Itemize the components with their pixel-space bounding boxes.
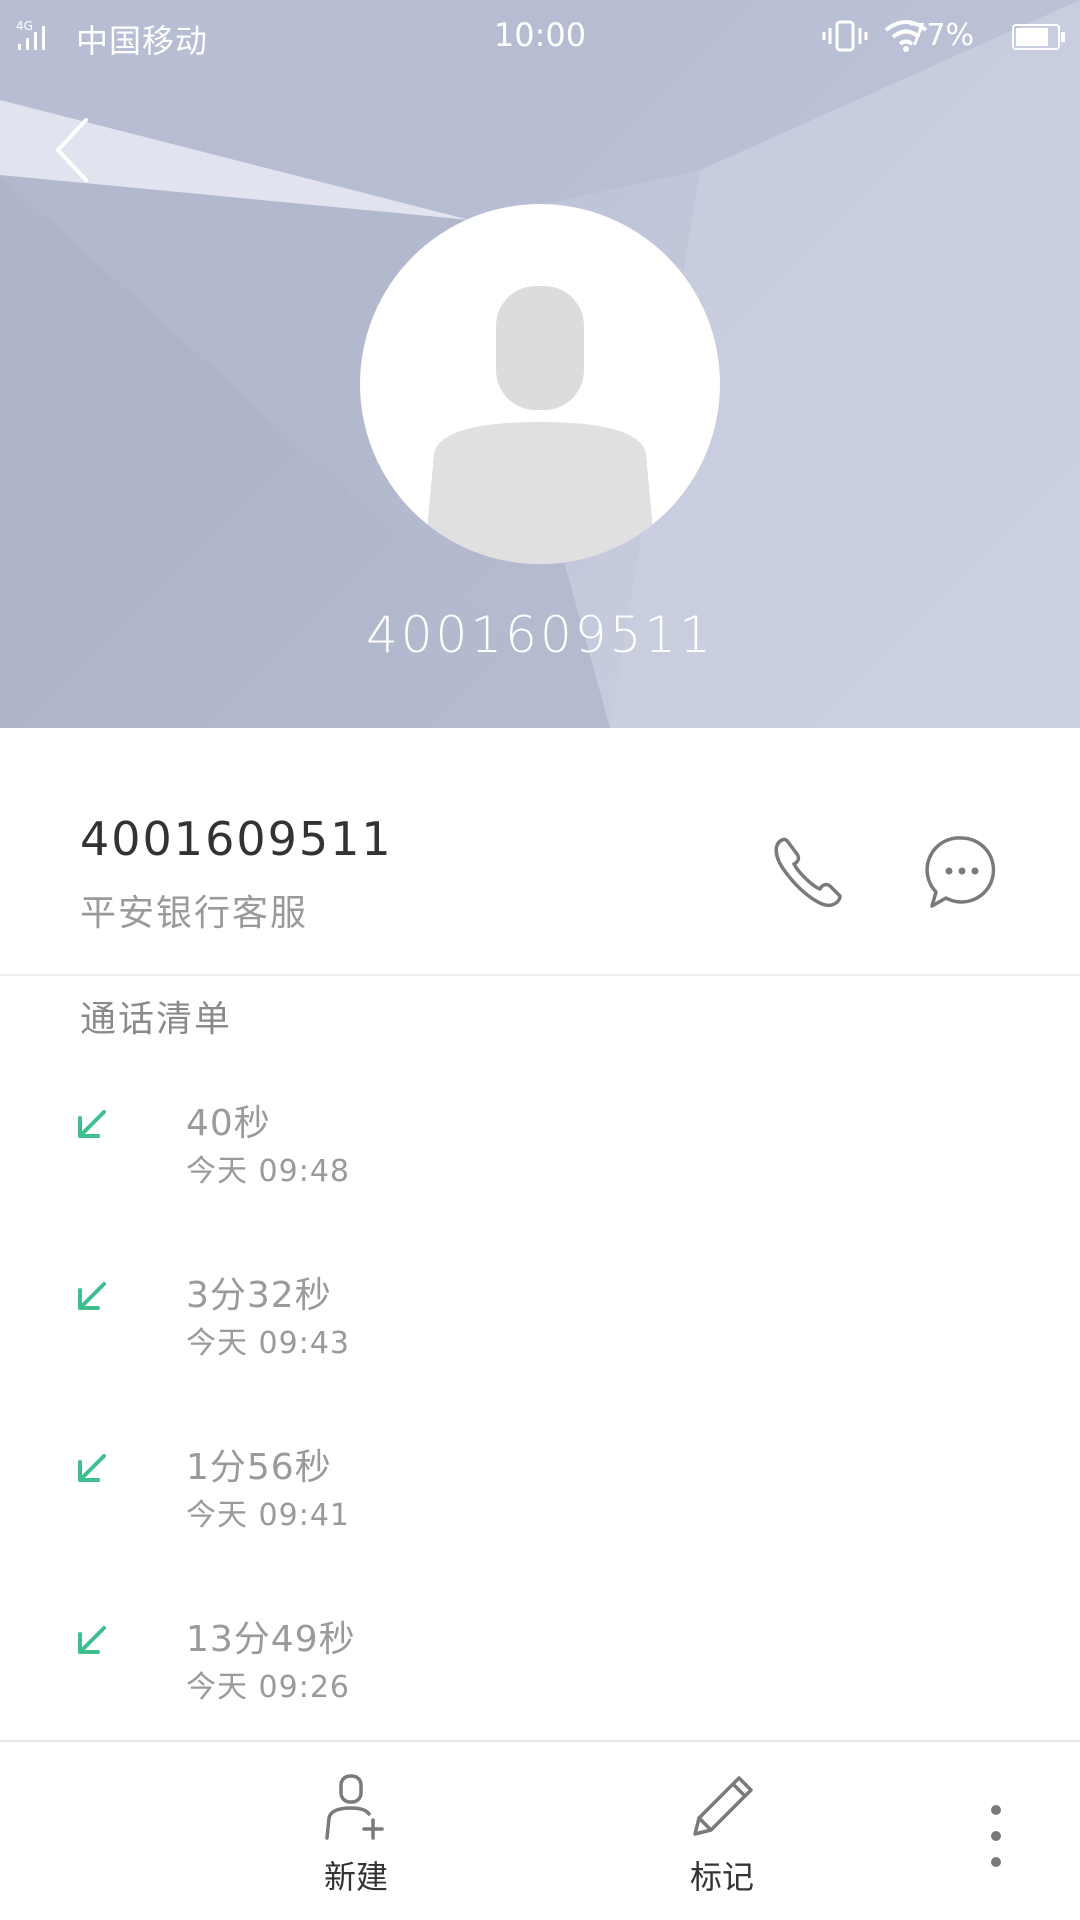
message-button[interactable]	[924, 834, 1000, 910]
call-time: 今天 09:48	[186, 1154, 350, 1189]
incoming-call-icon	[78, 1282, 106, 1310]
call-log-title: 通话清单	[80, 999, 233, 1040]
call-button[interactable]	[770, 834, 846, 910]
incoming-call-icon	[78, 1110, 106, 1138]
bottom-action-bar: 新建 标记	[0, 1740, 1080, 1920]
call-duration: 40秒	[186, 1103, 271, 1144]
add-person-icon	[325, 1774, 384, 1840]
call-duration: 3分32秒	[186, 1275, 332, 1316]
vibrate-icon	[822, 20, 868, 52]
mark-button[interactable]: 标记	[652, 1772, 792, 1898]
contact-avatar	[360, 204, 720, 564]
divider	[0, 974, 1080, 976]
person-placeholder-icon	[424, 286, 656, 564]
call-duration: 13分49秒	[186, 1619, 356, 1660]
status-bar: 4G 中国移动 10:00 77%	[0, 0, 1080, 72]
call-time: 今天 09:43	[186, 1326, 350, 1361]
call-duration: 1分56秒	[186, 1447, 332, 1488]
contact-header: 4G 中国移动 10:00 77% 4001609511	[0, 0, 1080, 728]
mark-label: 标记	[689, 1858, 754, 1896]
incoming-call-icon	[78, 1626, 106, 1654]
header-phone-number: 4001609511	[365, 606, 715, 664]
call-log-item[interactable]: 40秒 今天 09:48	[0, 1084, 1080, 1256]
contact-name: 平安银行客服	[80, 893, 309, 934]
call-log-item[interactable]: 3分32秒 今天 09:43	[0, 1256, 1080, 1428]
battery-icon	[1012, 24, 1065, 50]
back-arrow-icon[interactable]	[50, 114, 106, 186]
battery-percent: 77%	[907, 18, 974, 53]
call-time: 今天 09:26	[186, 1670, 350, 1705]
incoming-call-icon	[78, 1454, 106, 1482]
pencil-icon	[693, 1776, 753, 1836]
contact-phone-number: 4001609511	[80, 812, 393, 866]
new-contact-label: 新建	[323, 1858, 388, 1896]
call-log-item[interactable]: 1分56秒 今天 09:41	[0, 1428, 1080, 1600]
call-log-list: 40秒 今天 09:48 3分32秒 今天 09:43 1分56秒 今天 09:…	[0, 1084, 1080, 1772]
more-options-icon[interactable]	[976, 1798, 1016, 1878]
new-contact-button[interactable]: 新建	[286, 1772, 426, 1898]
call-time: 今天 09:41	[186, 1498, 350, 1533]
